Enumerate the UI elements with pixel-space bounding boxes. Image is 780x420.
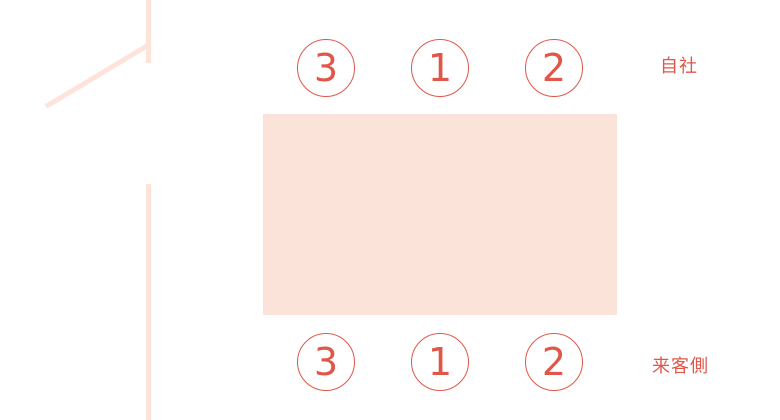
host-side-label: 自社 xyxy=(660,56,698,77)
guest-side-label: 来客側 xyxy=(652,356,709,377)
wall-upper-segment xyxy=(146,0,151,63)
seat-guest-right: 2 xyxy=(525,333,583,391)
meeting-table xyxy=(263,114,617,315)
seat-host-left: 3 xyxy=(297,39,355,97)
seating-diagram: 3 1 2 3 1 2 自社 来客側 xyxy=(0,0,780,420)
seat-guest-center: 1 xyxy=(411,333,469,391)
wall-lower-segment xyxy=(146,184,151,420)
seat-host-right: 2 xyxy=(525,39,583,97)
seat-guest-left: 3 xyxy=(297,333,355,391)
door-swing-line xyxy=(44,43,149,109)
seat-host-center: 1 xyxy=(411,39,469,97)
